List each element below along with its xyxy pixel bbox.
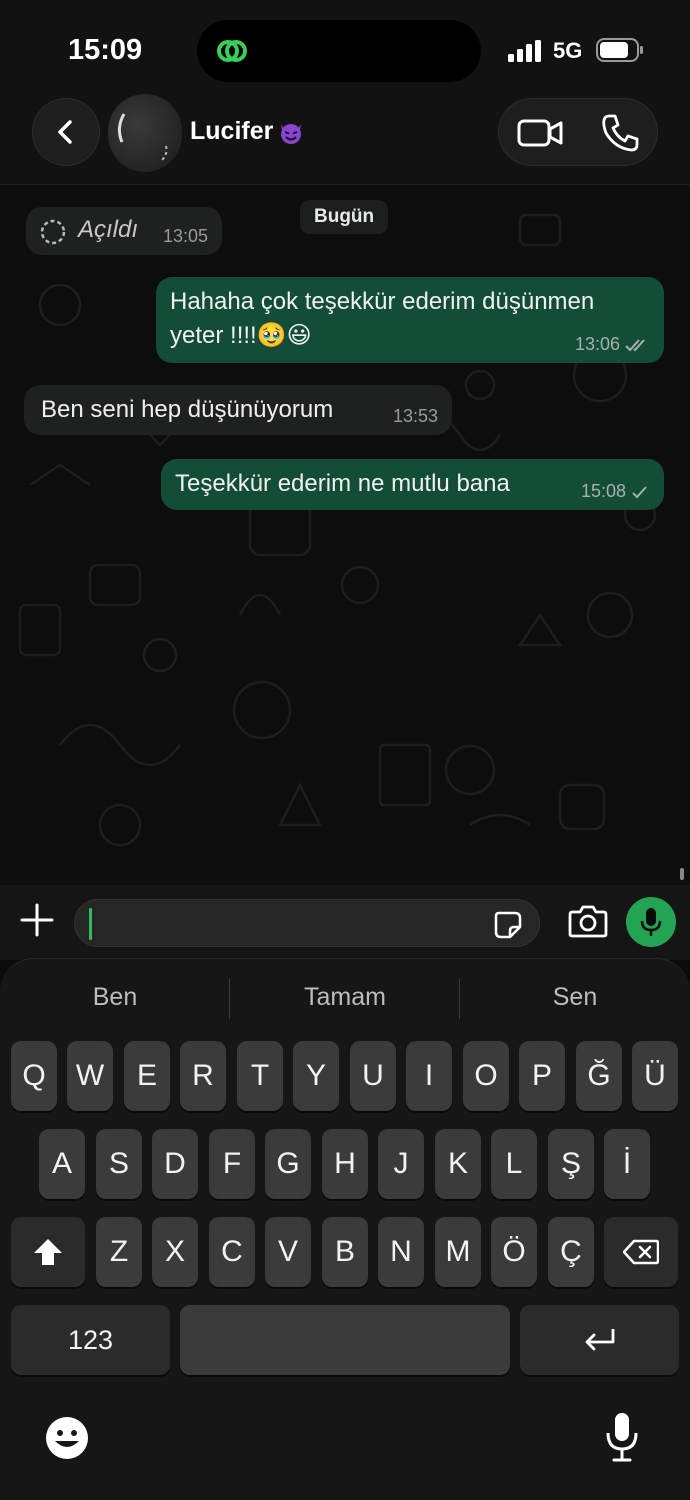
suggestion-item[interactable]: Tamam (230, 983, 460, 1012)
text-caret (89, 908, 92, 940)
message-time: 15:08 (580, 481, 626, 501)
key[interactable]: R (180, 1041, 226, 1111)
key[interactable]: P (519, 1041, 565, 1111)
avatar[interactable] (108, 94, 182, 172)
backspace-key[interactable] (604, 1217, 678, 1287)
key[interactable]: N (378, 1217, 424, 1287)
message-text: Ben seni hep düşünüyorum (41, 396, 334, 423)
message-text: Teşekkür ederim ne mutlu bana (175, 470, 510, 497)
key[interactable]: E (124, 1041, 170, 1111)
suggestion-bar: Ben Tamam Sen (0, 973, 690, 1023)
signal-icon (508, 40, 541, 62)
space-key[interactable] (180, 1305, 510, 1375)
microphone-icon (640, 908, 662, 936)
key[interactable]: Ç (548, 1217, 594, 1287)
back-button[interactable] (32, 98, 100, 166)
view-once-bubble[interactable]: Açıldı 13:05 (26, 207, 222, 255)
view-once-icon (40, 219, 66, 245)
key[interactable]: A (39, 1129, 85, 1199)
message-input-bar (0, 885, 690, 960)
message-time: 13:05 (162, 226, 208, 246)
numbers-key[interactable]: 123 (11, 1305, 170, 1375)
emoji-icon[interactable] (44, 1415, 90, 1461)
scroll-indicator[interactable] (680, 868, 684, 880)
suggestion-item[interactable]: Sen (460, 983, 690, 1012)
key[interactable]: B (322, 1217, 368, 1287)
key[interactable]: D (152, 1129, 198, 1199)
contact-name-text: Lucifer (190, 117, 274, 145)
message-meta: 15:08 (581, 481, 650, 502)
key[interactable]: Y (293, 1041, 339, 1111)
key[interactable]: İ (604, 1129, 650, 1199)
chevron-left-icon (58, 120, 72, 144)
return-icon (585, 1329, 614, 1351)
double-check-icon (625, 338, 645, 351)
devil-emoji-icon (281, 123, 302, 144)
link-icon (217, 40, 247, 62)
key[interactable]: I (406, 1041, 452, 1111)
battery-icon (596, 38, 643, 62)
shift-icon (34, 1239, 62, 1265)
key[interactable]: Z (96, 1217, 142, 1287)
key[interactable]: Ş (548, 1129, 594, 1199)
keyboard: Ben Tamam Sen Q W E R T Y U I O P Ğ Ü A … (0, 958, 690, 1500)
key[interactable]: Ö (491, 1217, 537, 1287)
check-icon (632, 485, 647, 498)
key[interactable]: F (209, 1129, 255, 1199)
key[interactable]: T (237, 1041, 283, 1111)
message-bubble-outgoing[interactable]: Hahaha çok teşekkür ederim düşünmen yete… (156, 277, 664, 363)
return-key[interactable] (520, 1305, 679, 1375)
key[interactable]: V (265, 1217, 311, 1287)
dictation-microphone-icon[interactable] (604, 1411, 640, 1463)
key[interactable]: O (463, 1041, 509, 1111)
key[interactable]: W (67, 1041, 113, 1111)
key[interactable]: U (350, 1041, 396, 1111)
key[interactable]: S (96, 1129, 142, 1199)
message-bubble-outgoing[interactable]: Teşekkür ederim ne mutlu bana 15:08 (161, 459, 664, 510)
plus-icon[interactable] (18, 901, 56, 939)
network-label: 5G (553, 38, 583, 63)
phone-icon[interactable] (601, 113, 639, 153)
key[interactable]: X (152, 1217, 198, 1287)
message-input[interactable] (74, 899, 540, 947)
backspace-icon (623, 1239, 659, 1265)
date-divider: Bugün (300, 200, 389, 234)
chat-area[interactable]: Bugün Açıldı 13:05 Hahaha çok teşekkür e… (0, 185, 690, 885)
key[interactable]: G (265, 1129, 311, 1199)
dynamic-island (197, 20, 481, 82)
message-bubble-incoming[interactable]: Ben seni hep düşünüyorum 13:53 (24, 385, 452, 435)
status-bar: 15:09 5G (0, 0, 690, 100)
message-meta: 13:06 (575, 334, 650, 355)
voice-message-button[interactable] (626, 897, 676, 947)
opened-label: Açıldı (78, 216, 139, 243)
key[interactable]: C (209, 1217, 255, 1287)
video-icon[interactable] (517, 115, 563, 151)
status-time: 15:09 (68, 34, 143, 66)
chat-header: Lucifer (0, 90, 690, 185)
key[interactable]: H (322, 1129, 368, 1199)
key[interactable]: M (435, 1217, 481, 1287)
key[interactable]: J (378, 1129, 424, 1199)
key[interactable]: L (491, 1129, 537, 1199)
message-time: 13:53 (392, 406, 438, 426)
message-time: 13:06 (574, 334, 620, 354)
key[interactable]: Ü (632, 1041, 678, 1111)
shift-key[interactable] (11, 1217, 85, 1287)
key[interactable]: K (435, 1129, 481, 1199)
camera-icon[interactable] (568, 903, 608, 939)
contact-name[interactable]: Lucifer (190, 117, 305, 146)
message-text-line: Hahaha çok teşekkür ederim düşünmen (170, 288, 595, 315)
call-buttons (498, 98, 658, 166)
key[interactable]: Q (11, 1041, 57, 1111)
key[interactable]: Ğ (576, 1041, 622, 1111)
suggestion-item[interactable]: Ben (0, 983, 230, 1012)
sticker-icon[interactable] (493, 910, 523, 940)
